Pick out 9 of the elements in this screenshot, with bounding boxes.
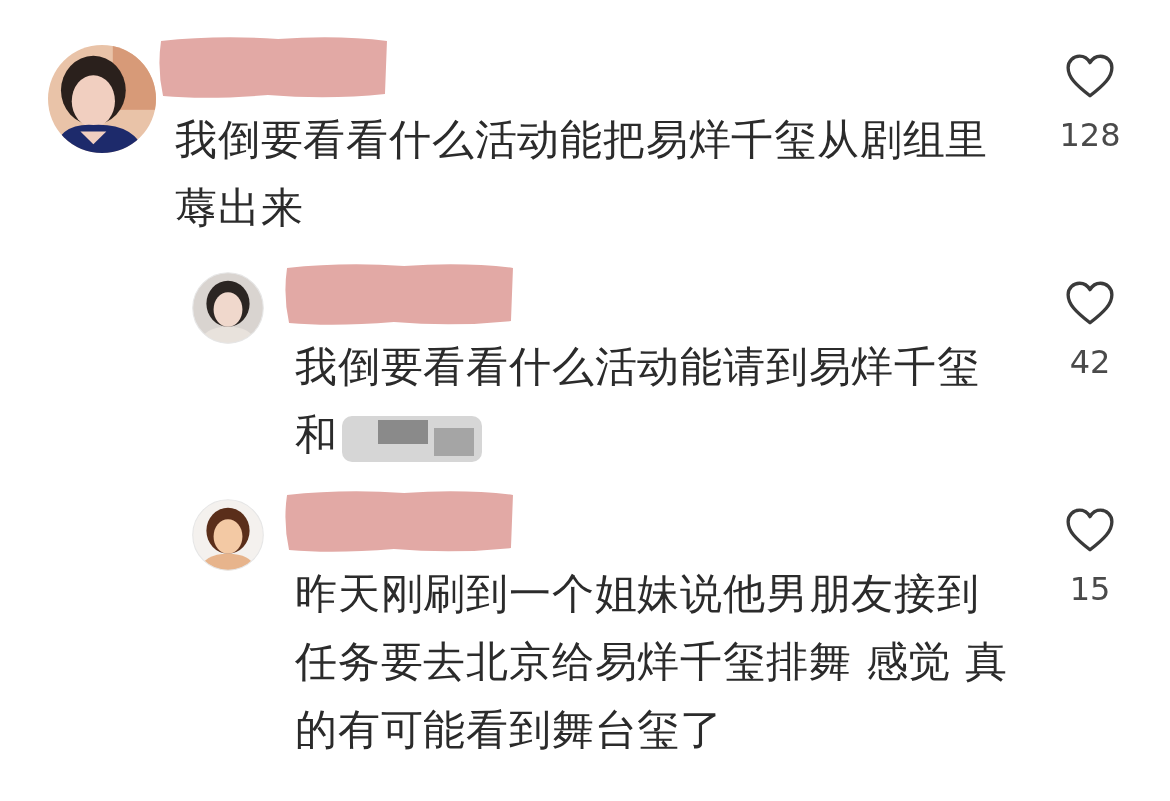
heart-icon[interactable] <box>1065 53 1115 99</box>
heart-icon[interactable] <box>1065 507 1115 553</box>
like-count: 15 <box>1069 569 1111 609</box>
comment-text: 我倒要看看什么活动能把易烊千玺从剧组里蓐出来 <box>175 114 990 234</box>
comment-text: 昨天刚刷到一个姐妹说他男朋友接到任务要去北京给易烊千玺排舞 感觉 真的有可能看到舞台玺了 <box>295 568 1010 756</box>
heart-icon[interactable] <box>1065 280 1115 326</box>
comment-text: 我倒要看看什么活动能请到易烊千玺和 <box>295 333 1015 469</box>
like-count: 42 <box>1069 342 1111 382</box>
like-count: 128 <box>1059 115 1121 155</box>
